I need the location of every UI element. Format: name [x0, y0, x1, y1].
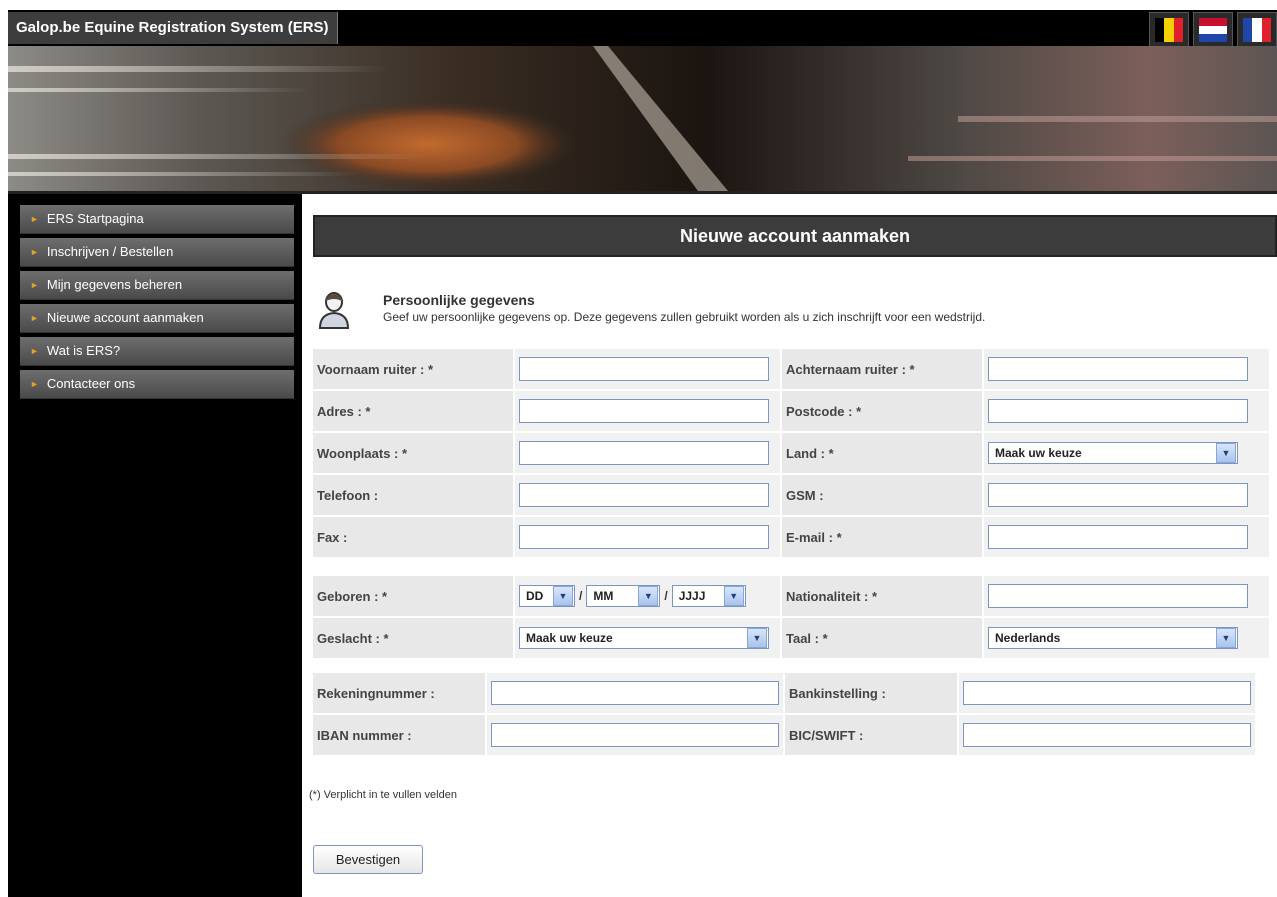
- field-label: Fax :: [313, 517, 513, 557]
- chevron-down-icon: ▼: [1216, 628, 1236, 648]
- postcode-field[interactable]: [988, 399, 1248, 423]
- netherlands-flag-icon[interactable]: [1193, 12, 1233, 48]
- chevron-right-icon: ►: [30, 214, 39, 224]
- email-field[interactable]: [988, 525, 1248, 549]
- sidebar-item-startpagina[interactable]: ► ERS Startpagina: [20, 205, 294, 234]
- field-label: Telefoon :: [313, 475, 513, 515]
- confirm-button[interactable]: Bevestigen: [313, 845, 423, 874]
- voornaam-field[interactable]: [519, 357, 769, 381]
- field-label: GSM :: [782, 475, 982, 515]
- required-fields-note: (*) Verplicht in te vullen velden: [309, 789, 457, 801]
- gsm-field[interactable]: [988, 483, 1248, 507]
- day-select[interactable]: DD ▼: [519, 585, 575, 607]
- chevron-right-icon: ►: [30, 346, 39, 356]
- month-select[interactable]: MM ▼: [586, 585, 661, 607]
- sidebar-item-mijn-gegevens[interactable]: ► Mijn gegevens beheren: [20, 271, 294, 300]
- select-value: Nederlands: [995, 631, 1061, 645]
- sidebar-item-label: Mijn gegevens beheren: [46, 277, 183, 292]
- chevron-down-icon: ▼: [553, 586, 573, 606]
- nationaliteit-field[interactable]: [988, 584, 1248, 608]
- section-title: Persoonlijke gegevens: [383, 292, 535, 308]
- bic-field[interactable]: [963, 723, 1251, 747]
- table-row: Geslacht : * Maak uw keuze ▼ Taal : * Ne…: [313, 618, 1269, 658]
- field-label: Geslacht : *: [313, 618, 513, 658]
- france-flag-icon[interactable]: [1237, 12, 1277, 48]
- sidebar-item-label: Wat is ERS?: [46, 343, 121, 358]
- rekeningnummer-field[interactable]: [491, 681, 779, 705]
- achternaam-field[interactable]: [988, 357, 1248, 381]
- select-value: Maak uw keuze: [995, 446, 1082, 460]
- select-value: MM: [593, 589, 614, 603]
- sidebar-item-label: Contacteer ons: [46, 376, 136, 391]
- year-select[interactable]: JJJJ ▼: [671, 585, 746, 607]
- birth-info-table: Geboren : * DD ▼ / MM ▼ / JJJJ ▼ Nationa…: [311, 574, 1271, 660]
- sidebar-item-label: ERS Startpagina: [46, 211, 144, 226]
- header-banner-image: [8, 46, 1277, 191]
- personal-info-table: Voornaam ruiter : * Achternaam ruiter : …: [311, 347, 1271, 559]
- language-flags: [1149, 12, 1277, 48]
- field-label: Achternaam ruiter : *: [782, 349, 982, 389]
- sidebar-item-label: Nieuwe account aanmaken: [46, 310, 204, 325]
- iban-field[interactable]: [491, 723, 779, 747]
- field-label: Bankinstelling :: [785, 673, 957, 713]
- chevron-down-icon: ▼: [747, 628, 767, 648]
- chevron-right-icon: ►: [30, 247, 39, 257]
- table-row: Geboren : * DD ▼ / MM ▼ / JJJJ ▼ Nationa…: [313, 576, 1269, 616]
- table-row: Voornaam ruiter : * Achternaam ruiter : …: [313, 349, 1269, 389]
- sidebar-item-inschrijven[interactable]: ► Inschrijven / Bestellen: [20, 238, 294, 267]
- chevron-right-icon: ►: [30, 379, 39, 389]
- field-label: Woonplaats : *: [313, 433, 513, 473]
- fax-field[interactable]: [519, 525, 769, 549]
- table-row: Telefoon : GSM :: [313, 475, 1269, 515]
- sidebar-item-label: Inschrijven / Bestellen: [46, 244, 174, 259]
- land-select[interactable]: Maak uw keuze ▼: [988, 442, 1238, 464]
- field-label: E-mail : *: [782, 517, 982, 557]
- page: Galop.be Equine Registration System (ERS…: [0, 0, 1277, 897]
- woonplaats-field[interactable]: [519, 441, 769, 465]
- select-value: Maak uw keuze: [526, 631, 613, 645]
- page-title: Nieuwe account aanmaken: [313, 215, 1277, 257]
- sidebar-item-contact[interactable]: ► Contacteer ons: [20, 370, 294, 399]
- birthdate-group: DD ▼ / MM ▼ / JJJJ ▼: [519, 585, 776, 607]
- table-row: Woonplaats : * Land : * Maak uw keuze ▼: [313, 433, 1269, 473]
- field-label: Adres : *: [313, 391, 513, 431]
- field-label: Voornaam ruiter : *: [313, 349, 513, 389]
- field-label: Geboren : *: [313, 576, 513, 616]
- field-label: IBAN nummer :: [313, 715, 485, 755]
- section-description: Geef uw persoonlijke gegevens op. Deze g…: [383, 310, 986, 324]
- chevron-down-icon: ▼: [638, 586, 659, 606]
- sidebar-item-wat-is-ers[interactable]: ► Wat is ERS?: [20, 337, 294, 366]
- field-label: Taal : *: [782, 618, 982, 658]
- taal-select[interactable]: Nederlands ▼: [988, 627, 1238, 649]
- field-label: BIC/SWIFT :: [785, 715, 957, 755]
- app-title: Galop.be Equine Registration System (ERS…: [8, 12, 338, 44]
- date-separator: /: [664, 589, 668, 603]
- table-row: IBAN nummer : BIC/SWIFT :: [313, 715, 1255, 755]
- select-value: JJJJ: [678, 589, 706, 603]
- field-label: Land : *: [782, 433, 982, 473]
- table-row: Fax : E-mail : *: [313, 517, 1269, 557]
- sidebar-item-nieuwe-account[interactable]: ► Nieuwe account aanmaken: [20, 304, 294, 333]
- select-value: DD: [526, 589, 544, 603]
- table-row: Rekeningnummer : Bankinstelling :: [313, 673, 1255, 713]
- chevron-down-icon: ▼: [723, 586, 744, 606]
- field-label: Rekeningnummer :: [313, 673, 485, 713]
- adres-field[interactable]: [519, 399, 769, 423]
- chevron-right-icon: ►: [30, 280, 39, 290]
- left-margin: [0, 0, 8, 897]
- chevron-down-icon: ▼: [1216, 443, 1236, 463]
- bankinstelling-field[interactable]: [963, 681, 1251, 705]
- chevron-right-icon: ►: [30, 313, 39, 323]
- geslacht-select[interactable]: Maak uw keuze ▼: [519, 627, 769, 649]
- user-icon: [318, 291, 350, 329]
- sidebar-nav: ► ERS Startpagina ► Inschrijven / Bestel…: [20, 205, 294, 403]
- date-separator: /: [579, 589, 583, 603]
- belgium-flag-icon[interactable]: [1149, 12, 1189, 48]
- telefoon-field[interactable]: [519, 483, 769, 507]
- field-label: Postcode : *: [782, 391, 982, 431]
- field-label: Nationaliteit : *: [782, 576, 982, 616]
- table-row: Adres : * Postcode : *: [313, 391, 1269, 431]
- bank-info-table: Rekeningnummer : Bankinstelling : IBAN n…: [311, 671, 1257, 757]
